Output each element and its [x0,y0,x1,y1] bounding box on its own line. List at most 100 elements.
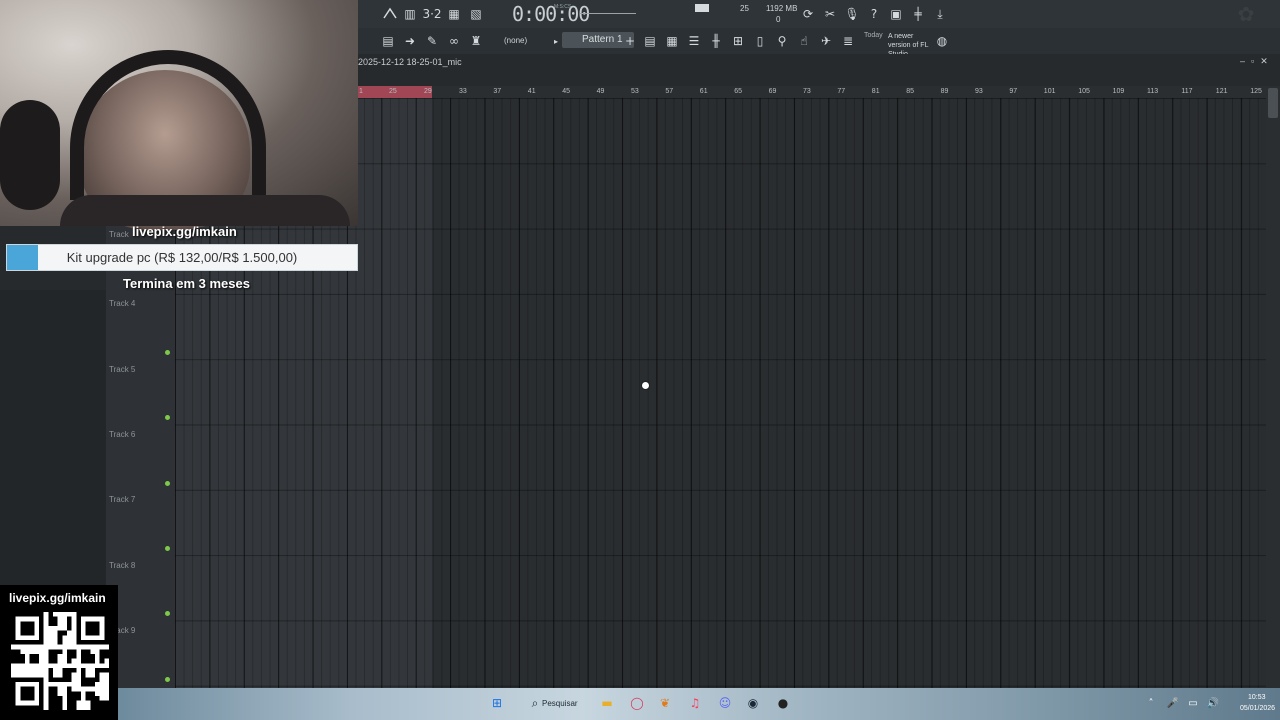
channel-rack-icon[interactable]: ☰ [684,31,704,51]
arrow-right-icon[interactable]: ➜ [400,31,420,51]
memory-zero: 0 [776,15,781,24]
track-mute-led[interactable] [165,545,170,551]
piano-roll-icon[interactable]: ▦ [662,31,682,51]
ruler-tick: 53 [631,88,639,95]
obs-icon[interactable]: ● [774,694,792,712]
polyphony-value: 25 [740,4,749,13]
track-label[interactable]: Track 7 [109,495,135,504]
track-label[interactable]: Track 4 [109,299,135,308]
clock-date[interactable]: 05/01/2026 [1240,705,1275,712]
metronome-icon[interactable] [380,4,400,24]
mixer-window-icon[interactable]: ╫ [706,31,726,51]
ruler-tick: 49 [596,88,605,95]
pattern-label: Pattern 1 [582,34,623,45]
windows-start-icon[interactable]: ⊞ [488,694,506,712]
undo-icon[interactable]: ⟳ [798,4,818,24]
playlist-icon[interactable]: ▤ [640,31,660,51]
fl-studio-icon[interactable]: ❦ [656,694,674,712]
time-display: 0:00:00 [512,2,590,26]
countdown-icon[interactable]: 3·2 [422,4,442,24]
steam-icon[interactable]: ◉ [744,694,762,712]
snap-select[interactable]: (none) [504,36,527,45]
ruler-tick: 97 [1009,88,1018,95]
clipboard-icon[interactable]: ▯ [750,31,770,51]
track-label[interactable]: Track [109,230,129,239]
ruler-tick: 69 [768,88,777,95]
ruler-tick: 25 [389,88,397,95]
ruler-tick: 105 [1078,88,1090,95]
track-label[interactable]: Track 6 [109,430,135,439]
fl-logo-icon: ✿ [1237,2,1255,26]
ruler-tick: 45 [562,88,570,95]
master-volume-slider[interactable] [580,13,636,14]
taskbar-search[interactable]: Pesquisar [542,699,578,708]
ruler-tick: 89 [940,88,949,95]
piano-icon[interactable]: ▤ [378,31,398,51]
save-icon[interactable]: ▣ [886,4,906,24]
mic-icon[interactable]: 🎙 [842,4,862,24]
vertical-scrollbar[interactable] [1266,86,1280,688]
ruler-tick: 93 [975,88,983,95]
track-mute-led[interactable] [165,480,170,486]
cut-icon[interactable]: ✂ [820,4,840,24]
mouse-cursor [641,381,650,390]
list-icon[interactable]: ≣ [838,31,858,51]
link-icon[interactable]: ∞ [444,31,464,51]
browser-icon[interactable]: ⊞ [728,31,748,51]
ruler-tick: 81 [871,88,880,95]
webcam-shirt [60,195,350,226]
ruler-tick: 41 [527,88,536,95]
file-explorer-icon[interactable]: ▬ [598,694,616,712]
brush-tool-icon[interactable]: ♜ [466,31,486,51]
tray-chevron-icon[interactable]: ˄ [1142,694,1160,712]
tray-volume-icon[interactable]: 🔊 [1204,694,1222,712]
music-icon[interactable]: ♫ [686,694,704,712]
touch-icon[interactable]: ☝ [794,31,814,51]
news-today: Today [864,32,883,39]
playlist-title: 2025-12-12 18-25-01_mic [358,57,462,67]
draw-tool-icon[interactable]: ✎ [422,31,442,51]
tray-mic-icon[interactable]: 🎤 [1164,694,1182,712]
help-icon[interactable]: ? [864,4,884,24]
window-controls[interactable]: –▫✕ [1240,56,1274,67]
ruler-tick: 33 [459,88,467,95]
mixer-icon[interactable]: ╪ [908,4,928,24]
tools-icon[interactable]: ✈ [816,31,836,51]
webcam-microphone [0,100,60,210]
download-icon[interactable]: ⤓ [930,4,950,24]
ruler-tick: 121 [1215,88,1228,95]
track-mute-led[interactable] [165,350,170,355]
track-label[interactable]: Track 8 [109,561,135,570]
ruler-tick: 109 [1112,88,1125,95]
qr-code [11,612,109,710]
ruler-tick: 29 [424,88,432,95]
ruler-tick: 61 [699,88,708,95]
pattern-add-icon[interactable]: + [620,31,640,51]
track-label[interactable]: Track 5 [109,365,135,374]
ruler-tick: 125 [1250,88,1262,95]
step-edit-icon[interactable]: ▦ [444,4,464,24]
opera-icon[interactable]: ◯ [628,694,646,712]
tray-display-icon[interactable]: ▭ [1184,694,1202,712]
grid-shade [432,98,1266,688]
ruler-tick: 1 [359,88,363,95]
ruler-tick: 73 [803,88,811,95]
cpu-meter [695,4,709,12]
ruler-tick: 37 [493,88,502,95]
ruler-tick: 101 [1043,88,1056,95]
overlay-url: livepix.gg/imkain [132,224,237,239]
wait-input-icon[interactable]: ▥ [400,4,420,24]
playlist-titlebar [358,54,1280,70]
discord-icon[interactable]: ☺ [716,694,734,712]
toolbar-top [358,0,1280,28]
ruler-tick: 113 [1147,88,1159,95]
scrollbar-thumb[interactable] [1268,88,1278,118]
ruler-tick: 117 [1181,88,1193,95]
clock-time[interactable]: 10:53 [1248,694,1266,701]
globe-icon[interactable]: ◍ [932,31,952,51]
ruler-tick: 85 [906,88,914,95]
track-mute-led[interactable] [165,676,170,682]
qr-url: livepix.gg/imkain [9,591,106,605]
blend-notes-icon[interactable]: ▧ [466,4,486,24]
plugin-icon[interactable]: ⚲ [772,31,792,51]
